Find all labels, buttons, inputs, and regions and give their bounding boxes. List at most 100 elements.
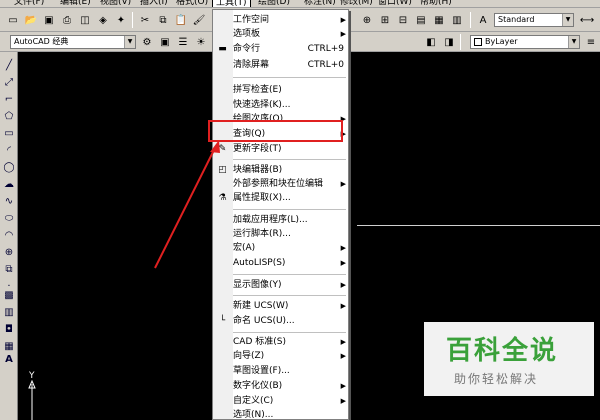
menu-item-options[interactable]: 选项(N)... <box>213 408 348 419</box>
polygon-icon[interactable]: ⬠ <box>2 109 16 123</box>
menu-view[interactable]: 视图(V) <box>100 0 131 7</box>
menu-format[interactable]: 格式(O) <box>176 0 208 7</box>
match-properties-icon[interactable]: 🖌 <box>192 13 206 27</box>
menu-item-command-line[interactable]: ▬ 命令行 CTRL+9 <box>213 42 348 56</box>
make-current-icon[interactable]: ◨ <box>442 35 456 49</box>
publish-icon[interactable]: ◈ <box>96 13 110 27</box>
chevron-down-icon[interactable]: ▼ <box>568 36 579 48</box>
layer-state-icon[interactable]: ☀ <box>194 35 208 49</box>
menu-item-wizards[interactable]: 向导(Z) ▶ <box>213 349 348 363</box>
menu-modify[interactable]: 修改(M) <box>340 0 373 7</box>
menu-item-spelling[interactable]: 拼写检查(E) <box>213 83 348 97</box>
menu-edit[interactable]: 编辑(E) <box>60 0 91 7</box>
ellipse-icon[interactable]: ⬭ <box>2 211 16 225</box>
watermark: 百科全说 助你轻松解决 <box>424 322 594 396</box>
rectangle-icon[interactable]: ▭ <box>2 126 16 140</box>
menu-item-label: 自定义(C) <box>233 396 274 406</box>
menu-item-autolisp[interactable]: AutoLISP(S) ▶ <box>213 256 348 270</box>
workspace-save-icon[interactable]: ▣ <box>158 35 172 49</box>
paste-icon[interactable]: 📋 <box>174 13 188 27</box>
menu-item-macro[interactable]: 宏(A) ▶ <box>213 241 348 255</box>
chevron-right-icon: ▶ <box>340 259 346 267</box>
menu-item-label: 属性提取(X)... <box>233 193 291 203</box>
menu-draw[interactable]: 绘图(D) <box>258 0 290 7</box>
open-file-icon[interactable]: 📂 <box>24 13 38 27</box>
multiline-text-icon[interactable]: A <box>2 352 16 366</box>
cut-icon[interactable]: ✂ <box>138 13 152 27</box>
menu-item-customize[interactable]: 自定义(C) ▶ <box>213 394 348 408</box>
zoom-window-icon[interactable]: ⊞ <box>378 13 392 27</box>
menu-item-run-script[interactable]: 运行脚本(R)... <box>213 227 348 241</box>
menu-item-tablet[interactable]: 数字化仪(B) ▶ <box>213 379 348 393</box>
ellipse-arc-icon[interactable]: ◠ <box>2 228 16 242</box>
menu-insert[interactable]: 插入(I) <box>140 0 168 7</box>
menu-item-new-ucs[interactable]: 新建 UCS(W) ▶ <box>213 299 348 313</box>
region-icon[interactable]: ◘ <box>2 322 16 336</box>
revision-cloud-icon[interactable]: ☁ <box>2 177 16 191</box>
properties-icon[interactable]: ▤ <box>414 13 428 27</box>
draw-toolbar: ╱ ⤢ ⌐ ⬠ ▭ ◜ ◯ ☁ ∿ ⬭ ◠ ⊕ ⧉ · ▩ ▥ ◘ ▦ A <box>0 52 18 420</box>
menu-item-workspaces[interactable]: 工作空间 ▶ <box>213 13 348 27</box>
menu-tools[interactable]: 工具(T) <box>212 0 251 7</box>
construction-line-icon[interactable]: ⤢ <box>2 75 16 89</box>
menu-item-label: 运行脚本(R)... <box>233 229 291 239</box>
menu-item-label: 向导(Z) <box>233 351 265 361</box>
menu-item-cad-standards[interactable]: CAD 标准(S) ▶ <box>213 335 348 349</box>
workspace-settings-icon[interactable]: ⚙ <box>140 35 154 49</box>
menu-item-xref-edit[interactable]: 外部参照和块在位编辑 ▶ <box>213 177 348 191</box>
menu-item-label: 块编辑器(B) <box>233 165 283 175</box>
linetype-icon[interactable]: ≡ <box>584 35 598 49</box>
menu-item-named-ucs[interactable]: └ 命名 UCS(U)... <box>213 314 348 328</box>
menu-item-label: 新建 UCS(W) <box>233 301 289 311</box>
polyline-icon[interactable]: ⌐ <box>2 92 16 106</box>
menu-dimension[interactable]: 标注(N) <box>304 0 336 7</box>
menu-help[interactable]: 帮助(H) <box>420 0 452 7</box>
chevron-down-icon[interactable]: ▼ <box>124 36 135 48</box>
new-file-icon[interactable]: ▭ <box>6 13 20 27</box>
make-block-icon[interactable]: ⧉ <box>2 262 16 276</box>
gradient-icon[interactable]: ▥ <box>2 305 16 319</box>
attribute-extract-icon: ⚗ <box>218 193 227 203</box>
menu-file[interactable]: 文件(F) <box>14 0 44 7</box>
block-editor-icon: ◰ <box>218 165 227 175</box>
menu-item-quick-select[interactable]: 快速选择(K)... <box>213 98 348 112</box>
chevron-down-icon[interactable]: ▼ <box>562 14 573 26</box>
layer-previous-icon[interactable]: ◧ <box>424 35 438 49</box>
calculator-icon[interactable]: ▥ <box>450 13 464 27</box>
menu-item-clean-screen[interactable]: 清除屏幕 CTRL+0 <box>213 58 348 72</box>
menu-item-drafting-settings[interactable]: 草图设置(F)... <box>213 364 348 378</box>
design-center-icon[interactable]: ▦ <box>432 13 446 27</box>
text-style-select[interactable]: Standard ▼ <box>494 13 574 27</box>
table-icon[interactable]: ▦ <box>2 339 16 353</box>
menu-item-display-image[interactable]: 显示图像(Y) ▶ <box>213 278 348 292</box>
menu-item-update-fields[interactable]: ✎ 更新字段(T) <box>213 142 348 156</box>
toolbar-separator <box>460 34 461 50</box>
preview-icon[interactable]: ◫ <box>78 13 92 27</box>
circle-icon[interactable]: ◯ <box>2 160 16 174</box>
zoom-realtime-icon[interactable]: ⊕ <box>360 13 374 27</box>
plot-icon[interactable]: ✦ <box>114 13 128 27</box>
chevron-right-icon: ▶ <box>340 302 346 310</box>
menu-item-load-application[interactable]: 加载应用程序(L)... <box>213 213 348 227</box>
menu-separator <box>233 274 346 275</box>
save-icon[interactable]: ▣ <box>42 13 56 27</box>
layer-manager-icon[interactable]: ☰ <box>176 35 190 49</box>
layer-select[interactable]: ByLayer ▼ <box>470 35 580 49</box>
menu-item-attribute-extraction[interactable]: ⚗ 属性提取(X)... <box>213 191 348 205</box>
line-icon[interactable]: ╱ <box>2 58 16 72</box>
menu-item-block-editor[interactable]: ◰ 块编辑器(B) <box>213 163 348 177</box>
zoom-previous-icon[interactable]: ⊟ <box>396 13 410 27</box>
hatch-icon[interactable]: ▩ <box>2 288 16 302</box>
print-icon[interactable]: ⎙ <box>60 13 74 27</box>
insert-block-icon[interactable]: ⊕ <box>2 245 16 259</box>
arc-icon[interactable]: ◜ <box>2 143 16 157</box>
highlight-box <box>208 120 343 142</box>
chevron-right-icon: ▶ <box>340 338 346 346</box>
menu-window[interactable]: 窗口(W) <box>378 0 412 7</box>
menu-separator <box>233 209 346 210</box>
copy-icon[interactable]: ⧉ <box>156 13 170 27</box>
spline-icon[interactable]: ∿ <box>2 194 16 208</box>
menu-item-palettes[interactable]: 选项板 ▶ <box>213 27 348 41</box>
menu-item-label: 加载应用程序(L)... <box>233 215 308 225</box>
workspace-select[interactable]: AutoCAD 经典 ▼ <box>10 35 136 49</box>
